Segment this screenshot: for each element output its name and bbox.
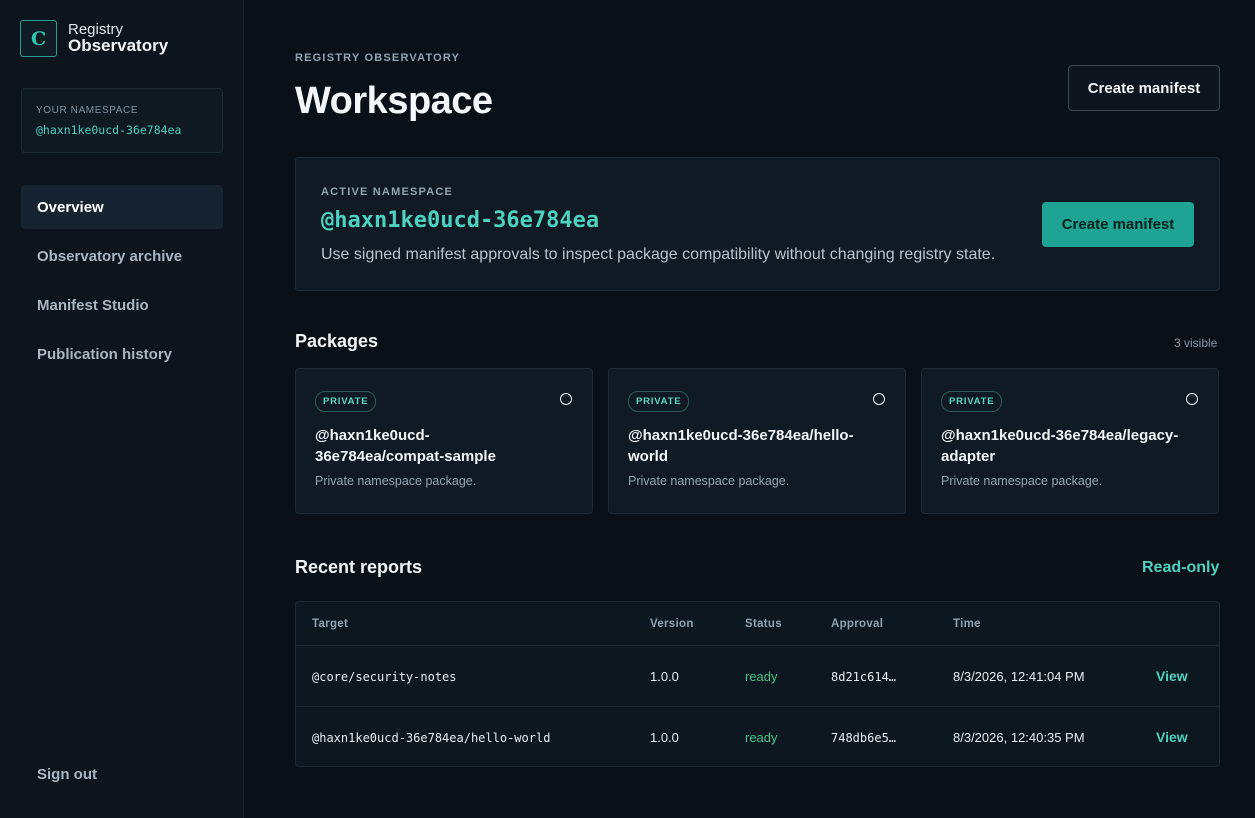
read-only-label: Read-only bbox=[1142, 559, 1220, 576]
table-row: @haxn1ke0ucd-36e784ea/hello-world 1.0.0 … bbox=[296, 707, 1219, 766]
column-version: Version bbox=[650, 618, 694, 630]
brand-logo-icon: C bbox=[20, 20, 57, 57]
package-card[interactable]: PRIVATE @haxn1ke0ucd- 36e784ea/compat-sa… bbox=[295, 368, 593, 514]
namespace-box: YOUR NAMESPACE @haxn1ke0ucd-36e784ea bbox=[21, 88, 223, 153]
report-time: 8/3/2026, 12:40:35 PM bbox=[953, 730, 1085, 745]
package-name-line1: @haxn1ke0ucd-36e784ea/legacy- bbox=[941, 427, 1179, 444]
sign-out-link[interactable]: Sign out bbox=[37, 766, 97, 783]
report-target: @core/security-notes bbox=[312, 670, 457, 684]
package-name: @haxn1ke0ucd-36e784ea/hello- world bbox=[628, 425, 886, 467]
namespace-value: @haxn1ke0ucd-36e784ea bbox=[36, 123, 182, 137]
brand-line2: Observatory bbox=[68, 36, 169, 56]
reports-table: Target Version Status Approval Time @cor… bbox=[295, 601, 1220, 767]
package-name-line2: world bbox=[628, 448, 668, 465]
view-report-link[interactable]: View bbox=[1156, 668, 1188, 684]
private-badge: PRIVATE bbox=[941, 391, 1003, 412]
package-description: Private namespace package. bbox=[628, 474, 790, 488]
report-version: 1.0.0 bbox=[650, 730, 679, 745]
column-approval: Approval bbox=[831, 618, 884, 630]
recent-reports-title: Recent reports bbox=[295, 557, 423, 577]
package-description: Private namespace package. bbox=[315, 474, 477, 488]
table-row: @core/security-notes 1.0.0 ready 8d21c61… bbox=[296, 646, 1219, 707]
package-name-line2: adapter bbox=[941, 448, 996, 465]
select-circle-icon[interactable] bbox=[873, 393, 885, 405]
active-namespace-value: @haxn1ke0ucd-36e784ea bbox=[321, 208, 600, 233]
sidebar-nav: Overview Observatory archive Manifest St… bbox=[21, 185, 223, 381]
report-approval: 8d21c614… bbox=[831, 670, 897, 684]
create-manifest-button[interactable]: Create manifest bbox=[1068, 65, 1220, 111]
package-name-line1: @haxn1ke0ucd- bbox=[315, 427, 430, 444]
brand-line1: Registry bbox=[68, 20, 124, 38]
sidebar: C Registry Observatory YOUR NAMESPACE @h… bbox=[0, 0, 244, 818]
package-card[interactable]: PRIVATE @haxn1ke0ucd-36e784ea/legacy- ad… bbox=[921, 368, 1219, 514]
page-eyebrow: REGISTRY OBSERVATORY bbox=[295, 52, 461, 64]
column-target: Target bbox=[312, 618, 349, 630]
select-circle-icon[interactable] bbox=[1186, 393, 1198, 405]
package-name: @haxn1ke0ucd- 36e784ea/compat-sample bbox=[315, 425, 573, 467]
report-version: 1.0.0 bbox=[650, 669, 679, 684]
sidebar-item-observatory-archive[interactable]: Observatory archive bbox=[21, 234, 223, 278]
package-description: Private namespace package. bbox=[941, 474, 1103, 488]
private-badge: PRIVATE bbox=[315, 391, 377, 412]
select-circle-icon[interactable] bbox=[560, 393, 572, 405]
package-name-line2: 36e784ea/compat-sample bbox=[315, 448, 496, 465]
view-report-link[interactable]: View bbox=[1156, 729, 1188, 745]
hero-create-manifest-button[interactable]: Create manifest bbox=[1042, 202, 1194, 247]
table-header: Target Version Status Approval Time bbox=[296, 602, 1219, 646]
active-namespace-description: Use signed manifest approvals to inspect… bbox=[321, 246, 996, 263]
package-card[interactable]: PRIVATE @haxn1ke0ucd-36e784ea/hello- wor… bbox=[608, 368, 906, 514]
package-name: @haxn1ke0ucd-36e784ea/legacy- adapter bbox=[941, 425, 1199, 467]
report-target: @haxn1ke0ucd-36e784ea/hello-world bbox=[312, 731, 551, 745]
report-approval: 748db6e5… bbox=[831, 731, 897, 745]
packages-count: 3 visible bbox=[1174, 336, 1218, 350]
brand-text: Registry Observatory bbox=[68, 20, 169, 56]
sidebar-item-manifest-studio[interactable]: Manifest Studio bbox=[21, 283, 223, 327]
column-status: Status bbox=[745, 618, 782, 630]
report-status: ready bbox=[745, 730, 778, 745]
package-name-line1: @haxn1ke0ucd-36e784ea/hello- bbox=[628, 427, 854, 444]
private-badge: PRIVATE bbox=[628, 391, 690, 412]
sidebar-item-publication-history[interactable]: Publication history bbox=[21, 332, 223, 376]
active-namespace-panel: ACTIVE NAMESPACE @haxn1ke0ucd-36e784ea U… bbox=[295, 157, 1220, 291]
page-title: Workspace bbox=[295, 80, 493, 122]
namespace-label: YOUR NAMESPACE bbox=[36, 105, 139, 116]
report-status: ready bbox=[745, 669, 778, 684]
report-time: 8/3/2026, 12:41:04 PM bbox=[953, 669, 1085, 684]
brand[interactable]: C Registry Observatory bbox=[20, 20, 168, 57]
column-time: Time bbox=[953, 618, 981, 630]
packages-title: Packages bbox=[295, 331, 379, 351]
sidebar-item-overview[interactable]: Overview bbox=[21, 185, 223, 229]
active-namespace-label: ACTIVE NAMESPACE bbox=[321, 186, 454, 198]
